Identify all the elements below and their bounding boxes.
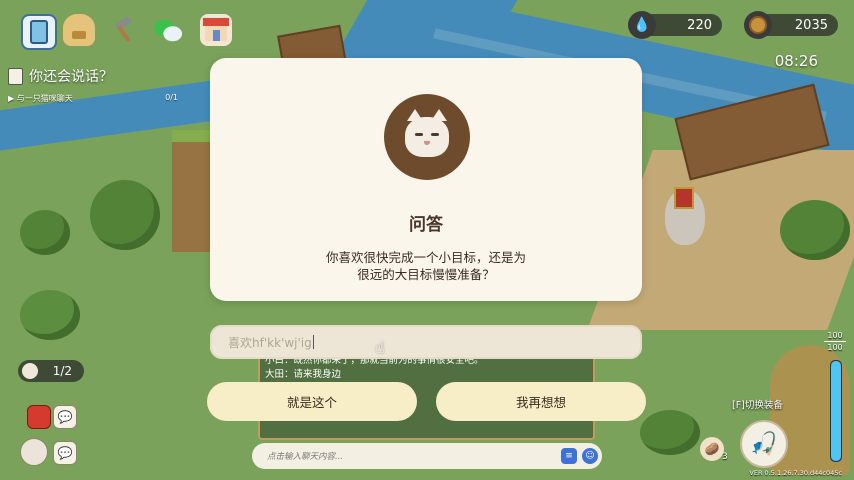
rethink-button[interactable]: 我再想想	[436, 382, 646, 421]
chat-line: 大田：请来我身边	[265, 369, 342, 380]
confirm-answer-button[interactable]: 就是这个	[207, 382, 417, 421]
pager-value: 1/2	[52, 364, 72, 378]
book-icon[interactable]	[27, 405, 51, 429]
phone-icon[interactable]	[21, 14, 57, 50]
clock-timer: 08:26	[774, 52, 818, 70]
water-value: 220	[687, 17, 712, 33]
checklist-icon	[8, 67, 23, 85]
coin-counter: 2035	[744, 11, 838, 39]
water-drop-icon: 💧	[628, 11, 656, 39]
quest-title[interactable]: 你还会说话？	[8, 66, 113, 86]
quest-progress: 0/1	[165, 93, 178, 102]
energy-readout: 100 100	[824, 330, 846, 353]
chat-bubbles-icon[interactable]	[152, 14, 184, 46]
quest-objective-text: ▶ 与一只猫咪聊天	[8, 94, 73, 103]
switch-equipment-hint: [F]切换装备	[732, 400, 783, 411]
speech-bubble-icon[interactable]: 💬	[53, 441, 77, 465]
speech-bubble-icon[interactable]: 💬	[53, 405, 77, 429]
coin-value: 2035	[794, 17, 828, 33]
party-pager[interactable]: 1/2	[18, 360, 84, 382]
fishing-rod-tool-icon[interactable]: 🎣	[740, 420, 788, 468]
quest-objective: ▶ 与一只猫咪聊天 0/1	[8, 93, 178, 104]
seed-bag-icon[interactable]: 🥔	[700, 437, 724, 461]
energy-bar	[830, 360, 842, 462]
backpack-icon[interactable]	[63, 14, 95, 46]
question-dialog: 问答 你喜欢很快完成一个小目标，还是为 很远的大目标慢慢准备？	[210, 58, 642, 301]
energy-bar-fill	[831, 361, 841, 461]
chat-input[interactable]: 点击输入聊天内容...	[252, 443, 602, 469]
answer-input[interactable]: 喜欢hf'kk'wj'ig	[210, 325, 642, 359]
energy-max: 100	[824, 341, 846, 353]
quest-title-text: 你还会说话？	[29, 69, 113, 85]
cat-portrait-icon[interactable]	[20, 438, 48, 466]
pet-icon	[22, 363, 38, 379]
version-label: VER 0.5.1.26.7.30.d44c045c	[749, 469, 842, 477]
hammer-icon[interactable]	[108, 14, 140, 46]
question-line-2: 很远的大目标慢慢准备？	[357, 267, 495, 282]
npc-avatar	[384, 94, 470, 180]
mouse-cursor-icon: ☝	[375, 338, 385, 357]
emoji-icon[interactable]: ☺	[582, 448, 598, 464]
dialog-title: 问答	[409, 215, 443, 235]
dialog-question: 你喜欢很快完成一个小目标，还是为 很远的大目标慢慢准备？	[310, 249, 542, 283]
question-line-1: 你喜欢很快完成一个小目标，还是为	[325, 250, 526, 265]
chat-input-placeholder: 点击输入聊天内容...	[267, 452, 344, 462]
water-counter: 💧 220	[628, 11, 722, 39]
coin-icon	[744, 11, 772, 39]
energy-current: 100	[827, 331, 843, 340]
chat-message-icon[interactable]: ≡	[561, 448, 577, 464]
shop-icon[interactable]	[200, 14, 232, 46]
cat-face-icon	[405, 109, 449, 157]
answer-input-value: 喜欢hf'kk'wj'ig	[228, 335, 312, 350]
bag-count: 3	[722, 452, 728, 462]
quest-subtitle: 与一只猫咪聊天	[16, 94, 73, 103]
text-caret	[312, 335, 314, 349]
